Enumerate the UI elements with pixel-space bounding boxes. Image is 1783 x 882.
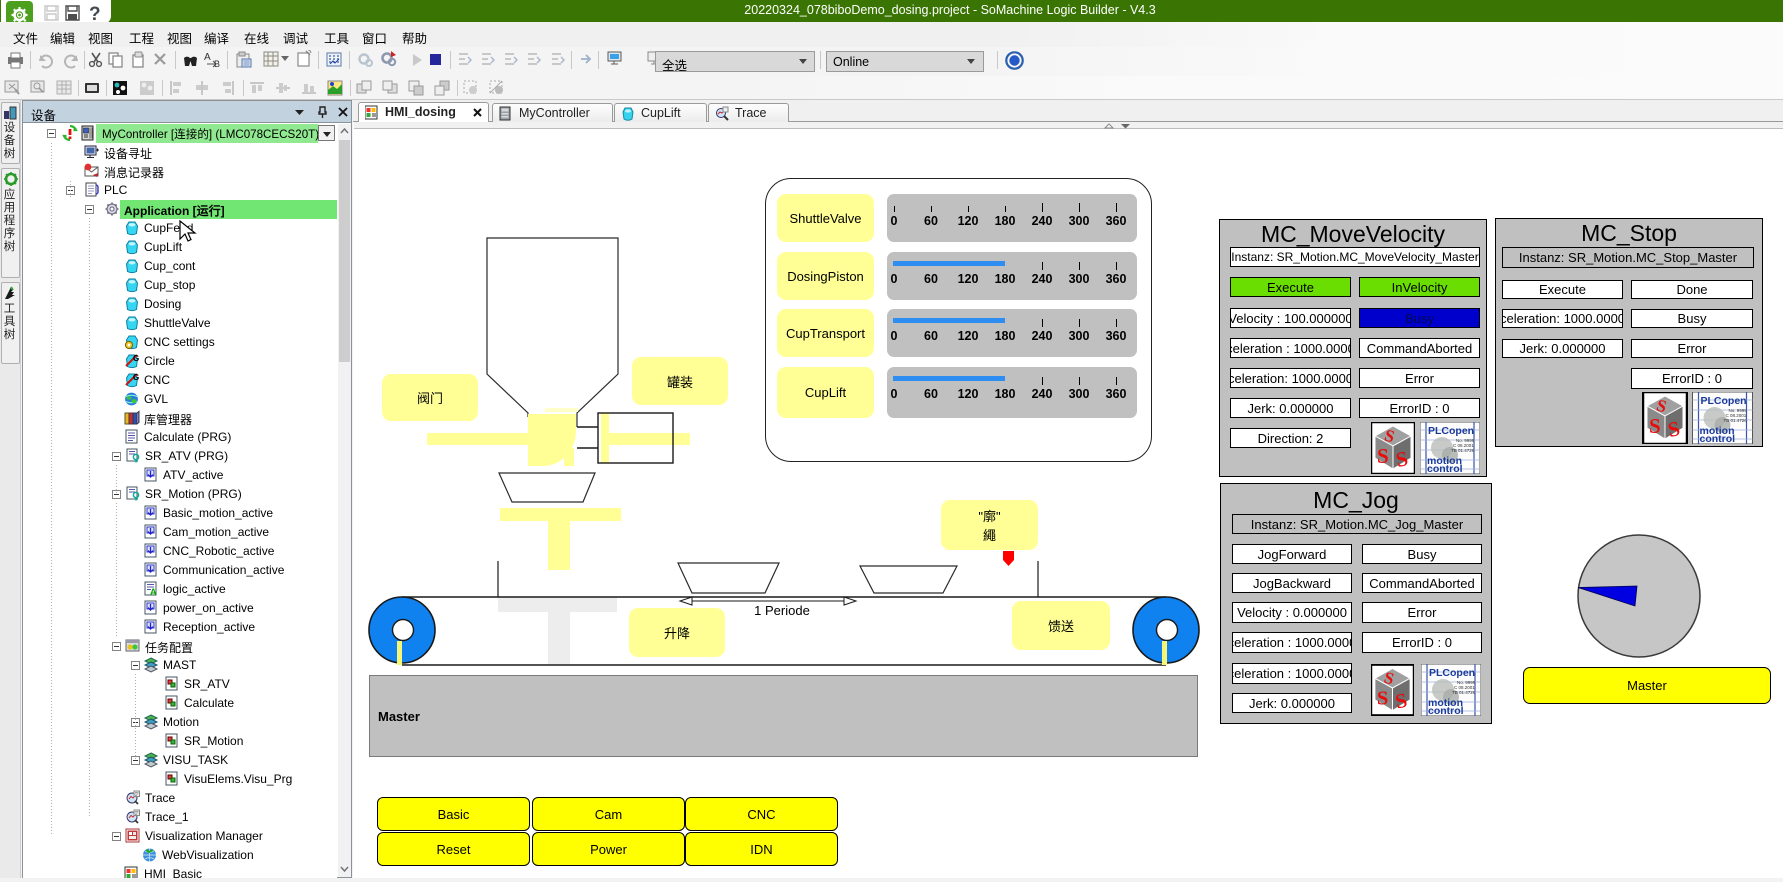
svg-text:PLCopen: PLCopen [1429, 667, 1475, 679]
svg-text:A: A [150, 587, 157, 597]
svg-text:TB 01.4726: TB 01.4726 [1451, 448, 1475, 453]
svg-text:control: control [1428, 705, 1464, 716]
svg-text:control: control [1427, 463, 1463, 474]
svg-text:PLCopen: PLCopen [1428, 425, 1474, 437]
svg-text:S: S [1377, 444, 1389, 468]
svg-text:B: B [214, 59, 220, 68]
svg-text:G: G [133, 354, 139, 363]
svg-text:G: G [133, 373, 139, 382]
svg-text:TB 01.4726: TB 01.4726 [1452, 690, 1476, 695]
svg-text:PLCopen: PLCopen [1701, 395, 1747, 407]
svg-text:A: A [204, 52, 211, 63]
svg-text:control: control [1700, 433, 1736, 444]
svg-text:S: S [1649, 414, 1661, 438]
svg-text:TB 01.4726: TB 01.4726 [1724, 418, 1748, 423]
svg-text:?: ? [89, 4, 101, 22]
svg-text:S: S [1377, 688, 1388, 710]
